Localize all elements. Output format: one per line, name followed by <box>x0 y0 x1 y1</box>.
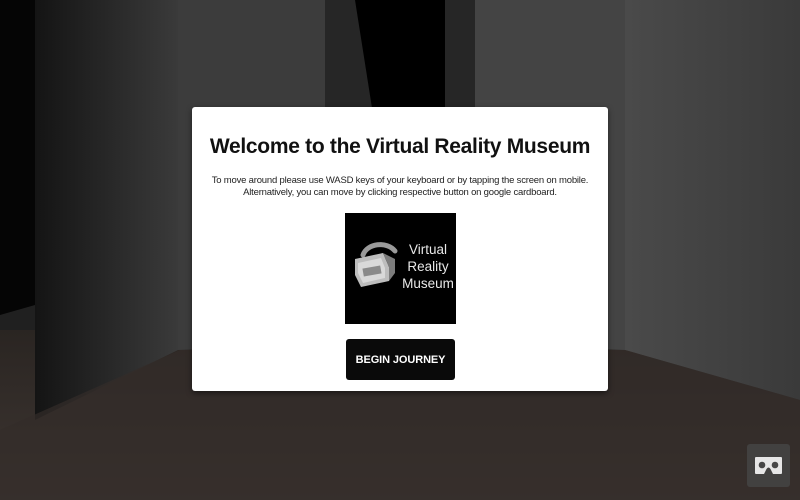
vr-headset-icon <box>355 242 398 287</box>
cardboard-vr-icon <box>755 457 782 474</box>
logo-line-3: Museum <box>402 276 454 291</box>
vr-mode-button[interactable] <box>747 444 790 487</box>
logo-line-1: Virtual <box>408 242 448 257</box>
dialog-title: Welcome to the Virtual Reality Museum <box>209 135 591 158</box>
logo-line-2: Reality <box>407 259 449 274</box>
vr-scene[interactable]: Welcome to the Virtual Reality Museum To… <box>0 0 800 500</box>
museum-logo: Virtual Reality Museum <box>345 213 456 324</box>
navigation-instructions: To move around please use WASD keys of y… <box>211 175 589 198</box>
welcome-dialog: Welcome to the Virtual Reality Museum To… <box>192 107 608 391</box>
begin-journey-button[interactable]: BEGIN JOURNEY <box>346 339 455 380</box>
logo-wordmark: Virtual Reality Museum <box>401 241 455 292</box>
